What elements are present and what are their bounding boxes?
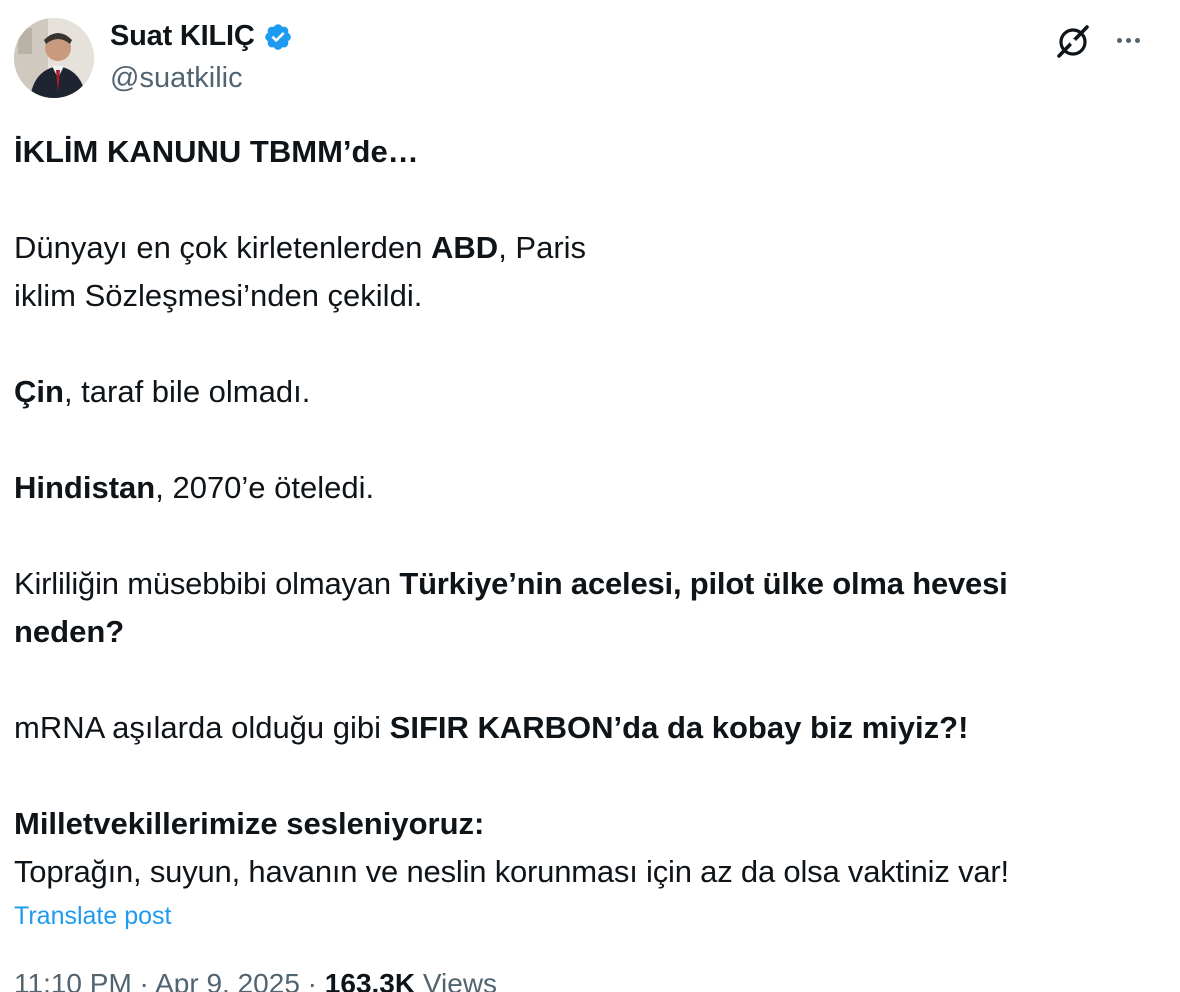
paragraph-2: Çin, taraf bile olmadı. xyxy=(14,368,1164,416)
author-display-name[interactable]: Suat KILIÇ xyxy=(110,20,255,53)
post-header: Suat KILIÇ @suatkilic xyxy=(0,0,1180,110)
paragraph-1: Dünyayı en çok kirletenlerden ABD, Paris xyxy=(14,224,1164,272)
paragraph-3-text: , 2070’e öteledi. xyxy=(155,470,375,505)
grok-icon xyxy=(1057,25,1089,58)
author-name-row: Suat KILIÇ xyxy=(110,20,293,53)
more-icon-dot xyxy=(1134,37,1140,43)
paragraph-3: Hindistan, 2070’e öteledi. xyxy=(14,464,1164,512)
paragraph-5-text: mRNA aşılarda olduğu gibi xyxy=(14,710,390,745)
paragraph-2-bold: Çin xyxy=(14,374,64,409)
paragraph-5: mRNA aşılarda olduğu gibi SIFIR KARBON’d… xyxy=(14,704,1164,752)
meta-separator: · xyxy=(299,968,325,992)
avatar-image xyxy=(14,18,94,98)
paragraph-1-text-end: , Paris xyxy=(498,230,587,265)
post-text: İKLİM KANUNU TBMM’de… Dünyayı en çok kir… xyxy=(14,128,1164,896)
paragraph-4: Kirliliğin müsebbibi olmayan Türkiye’nin… xyxy=(14,560,1164,608)
more-icon-dot xyxy=(1116,37,1122,43)
views-count: 163.3K xyxy=(324,968,416,992)
paragraph-6-heading: Milletvekillerimize sesleniyoruz: xyxy=(14,806,485,841)
post-time[interactable]: 11:10 PM xyxy=(14,968,132,992)
paragraph-4-text: Kirliliğin müsebbibi olmayan xyxy=(14,566,400,601)
paragraph-5-bold: SIFIR KARBON’da da kobay biz miyiz?! xyxy=(389,710,969,745)
post-date[interactable]: Apr 9, 2025 xyxy=(155,968,300,992)
post-meta: 11:10 PM · Apr 9, 2025 · 163.3K Views xyxy=(14,968,497,992)
author-handle[interactable]: @suatkilic xyxy=(110,62,243,95)
paragraph-6-text: Toprağın, suyun, havanın ve neslin korun… xyxy=(14,854,1009,889)
paragraph-1-line-2: iklim Sözleşmesi’nden çekildi. xyxy=(14,278,423,313)
paragraph-4-bold: Türkiye’nin acelesi, pilot ülke olma hev… xyxy=(399,566,1008,601)
post-title: İKLİM KANUNU TBMM’de… xyxy=(14,134,419,169)
verified-badge-icon[interactable] xyxy=(263,22,293,52)
avatar[interactable] xyxy=(14,18,94,98)
grok-button[interactable] xyxy=(1054,22,1092,60)
views-label: Views xyxy=(415,968,498,992)
paragraph-2-text: , taraf bile olmadı. xyxy=(63,374,311,409)
more-button[interactable] xyxy=(1110,22,1146,58)
paragraph-3-bold: Hindistan xyxy=(14,470,156,505)
more-icon-dot xyxy=(1125,37,1131,43)
meta-separator: · xyxy=(131,968,156,992)
paragraph-4-line-2: neden? xyxy=(14,614,125,649)
paragraph-1-bold: ABD xyxy=(431,230,499,265)
translate-post-link[interactable]: Translate post xyxy=(14,902,171,931)
paragraph-1-text: Dünyayı en çok kirletenlerden xyxy=(14,230,432,265)
